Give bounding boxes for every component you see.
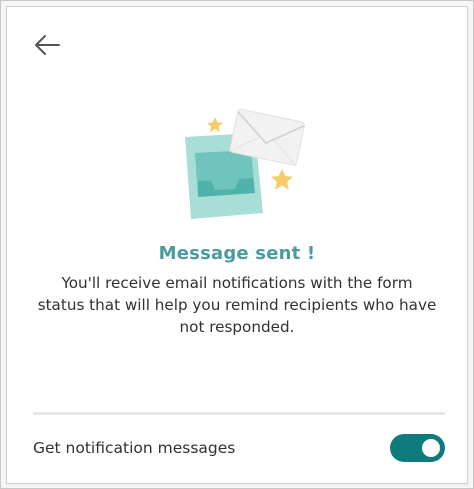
star-large-icon (271, 169, 293, 190)
back-button[interactable] (31, 29, 63, 61)
envelope-inbox-stars-illustration (185, 108, 305, 219)
notification-toggle-label: Get notification messages (33, 439, 236, 457)
dialog-message: You'll receive email notifications with … (37, 274, 437, 336)
star-small-icon (207, 117, 223, 132)
notification-toggle[interactable] (390, 434, 445, 462)
arrow-left-icon (35, 35, 60, 55)
dialog-title: Message sent ! (158, 243, 316, 264)
window-frame: Message sent ! You'll receive email noti… (0, 0, 474, 489)
notification-toggle-row: Get notification messages (33, 433, 445, 463)
divider (33, 412, 445, 415)
message-sent-panel: Message sent ! You'll receive email noti… (6, 6, 468, 484)
toggle-knob (422, 439, 440, 457)
